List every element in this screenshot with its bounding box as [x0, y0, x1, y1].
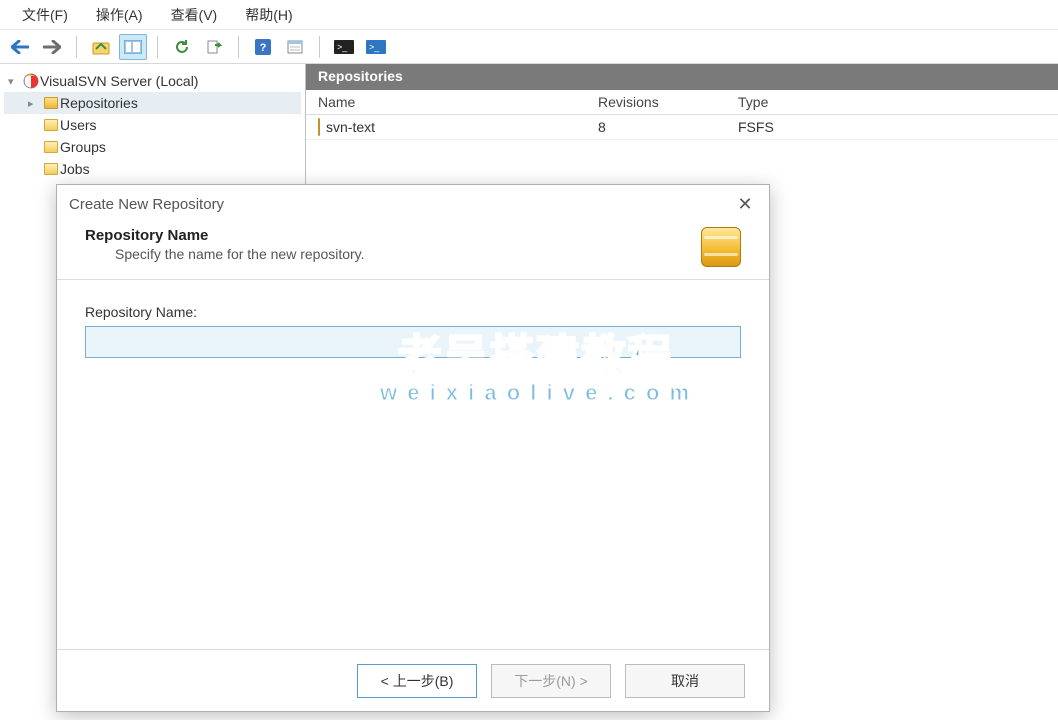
repository-icon	[701, 227, 741, 267]
tree-item-users[interactable]: Users	[4, 114, 301, 136]
dialog-title: Create New Repository	[69, 196, 224, 213]
tree-root[interactable]: ▾ VisualSVN Server (Local)	[4, 70, 301, 92]
properties-icon	[287, 39, 303, 55]
svg-text:?: ?	[260, 42, 267, 54]
folder-icon	[42, 160, 60, 178]
server-icon	[22, 72, 40, 90]
tree-item-label: Groups	[60, 139, 106, 155]
col-rev-header[interactable]: Revisions	[598, 94, 738, 110]
list-pane: Repositories Name Revisions Type svn-tex…	[306, 64, 1058, 204]
help-icon: ?	[255, 39, 271, 55]
list-title: Repositories	[306, 64, 1058, 90]
tree-pane[interactable]: ▾ VisualSVN Server (Local) ▸ Repositorie…	[0, 64, 306, 204]
back-button[interactable]: < 上一步(B)	[357, 664, 477, 698]
help-button[interactable]: ?	[249, 34, 277, 60]
menu-view[interactable]: 查看(V)	[157, 1, 232, 29]
close-button[interactable]: ✕	[733, 194, 757, 215]
menu-bar: 文件(F) 操作(A) 查看(V) 帮助(H)	[0, 0, 1058, 30]
cancel-button[interactable]: 取消	[625, 664, 745, 698]
main-panes: ▾ VisualSVN Server (Local) ▸ Repositorie…	[0, 64, 1058, 204]
col-type-header[interactable]: Type	[738, 94, 898, 110]
nav-back-button[interactable]	[6, 34, 34, 60]
export-icon	[206, 39, 222, 55]
dialog-header-subtitle: Specify the name for the new repository.	[85, 244, 701, 262]
svg-text:>_: >_	[369, 42, 380, 52]
show-tree-button[interactable]	[119, 34, 147, 60]
refresh-icon	[174, 39, 190, 55]
toolbar: ? >_ >_	[0, 30, 1058, 64]
tree-item-label: Jobs	[60, 161, 90, 177]
toolbar-separator	[76, 36, 77, 58]
toolbar-separator	[157, 36, 158, 58]
menu-file[interactable]: 文件(F)	[8, 1, 82, 29]
powershell-button[interactable]: >_	[362, 34, 390, 60]
repo-name-input[interactable]	[85, 326, 741, 358]
console-icon: >_	[334, 40, 354, 54]
dialog-body: Repository Name:	[57, 280, 769, 649]
arrow-right-icon	[43, 40, 61, 54]
toolbar-separator	[238, 36, 239, 58]
create-repo-dialog: Create New Repository ✕ Repository Name …	[56, 184, 770, 712]
menu-action[interactable]: 操作(A)	[82, 1, 157, 29]
svg-text:>_: >_	[337, 42, 348, 52]
dialog-header: Repository Name Specify the name for the…	[57, 223, 769, 280]
up-level-button[interactable]	[87, 34, 115, 60]
next-button[interactable]: 下一步(N) >	[491, 664, 611, 698]
cell-name: svn-text	[326, 119, 375, 135]
dialog-button-bar: < 上一步(B) 下一步(N) > 取消	[57, 649, 769, 711]
tree-item-label: Users	[60, 117, 97, 133]
properties-button[interactable]	[281, 34, 309, 60]
folder-up-icon	[92, 39, 110, 55]
tree-item-groups[interactable]: Groups	[4, 136, 301, 158]
tree-item-jobs[interactable]: Jobs	[4, 158, 301, 180]
tree-root-label: VisualSVN Server (Local)	[40, 73, 198, 89]
refresh-button[interactable]	[168, 34, 196, 60]
repo-name-label: Repository Name:	[85, 304, 741, 320]
powershell-icon: >_	[366, 40, 386, 54]
toolbar-separator	[319, 36, 320, 58]
dialog-titlebar[interactable]: Create New Repository ✕	[57, 185, 769, 223]
list-header: Name Revisions Type	[306, 90, 1058, 115]
tree-pane-icon	[124, 40, 142, 54]
tree-item-repositories[interactable]: ▸ Repositories	[4, 92, 301, 114]
arrow-left-icon	[11, 40, 29, 54]
cell-rev: 8	[598, 119, 738, 135]
export-button[interactable]	[200, 34, 228, 60]
tree-item-label: Repositories	[60, 95, 138, 111]
dialog-header-title: Repository Name	[85, 227, 701, 244]
repo-folder-icon	[42, 94, 60, 112]
cell-type: FSFS	[738, 119, 898, 135]
menu-help[interactable]: 帮助(H)	[231, 1, 306, 29]
expand-icon[interactable]: ▸	[28, 97, 42, 110]
folder-icon	[42, 138, 60, 156]
folder-icon	[42, 116, 60, 134]
list-row[interactable]: svn-text 8 FSFS	[306, 115, 1058, 140]
expand-icon[interactable]: ▾	[8, 75, 22, 88]
nav-forward-button[interactable]	[38, 34, 66, 60]
console-button[interactable]: >_	[330, 34, 358, 60]
col-name-header[interactable]: Name	[318, 94, 598, 110]
close-icon: ✕	[737, 194, 752, 214]
repo-icon	[318, 119, 320, 135]
